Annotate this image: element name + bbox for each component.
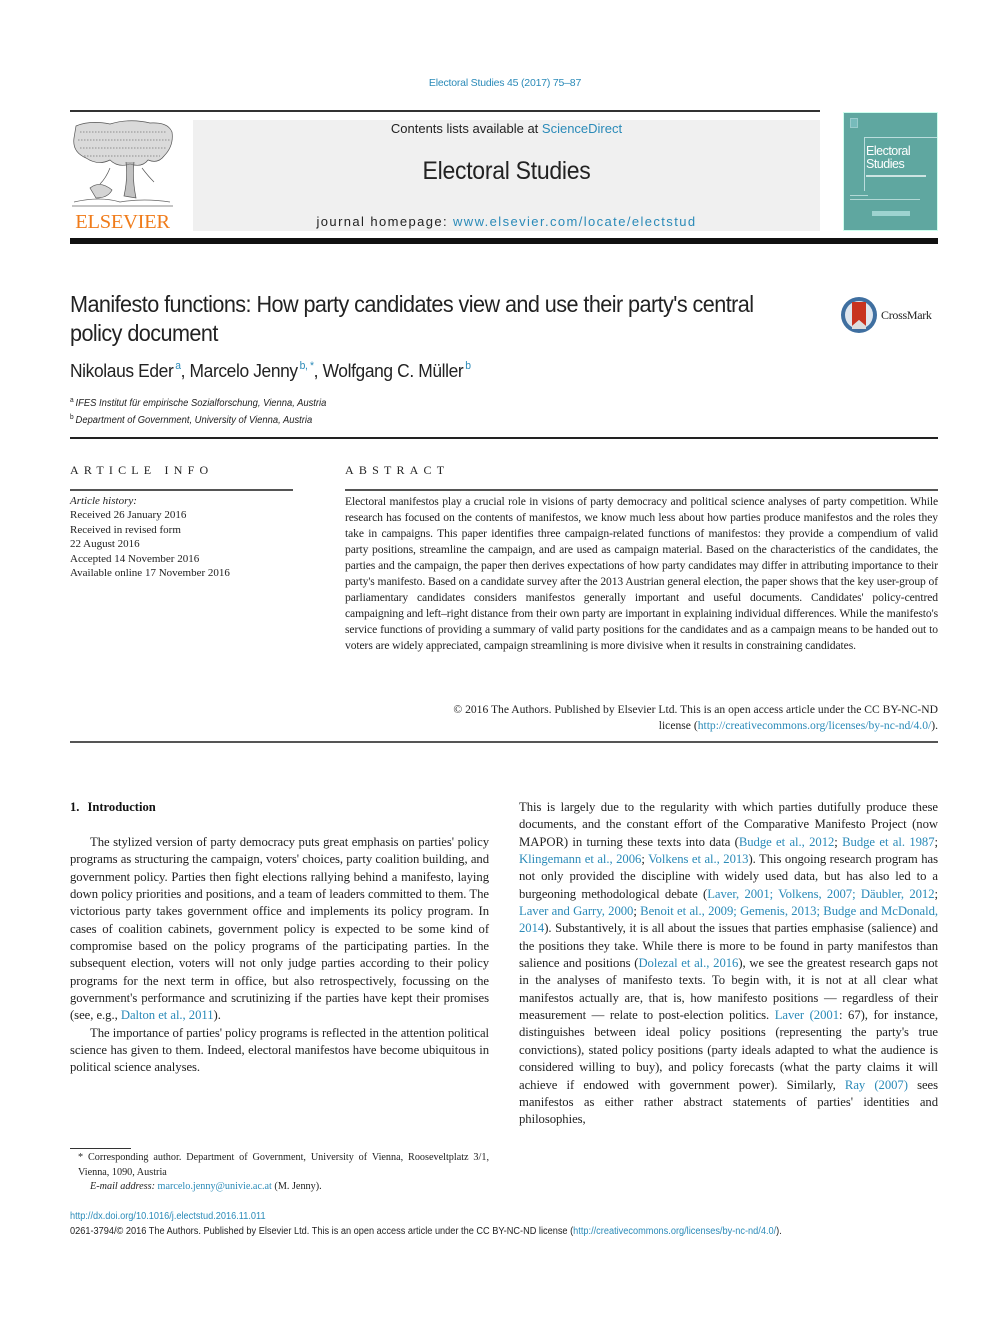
footer-license-link[interactable]: http://creativecommons.org/licenses/by-n… <box>573 1226 776 1237</box>
author-list: Nikolaus Eder a, Marcelo Jenny b, *, Wolfg… <box>70 360 471 381</box>
citation-link[interactable]: Budge et al. 1987 <box>842 835 934 849</box>
affiliations: a IFES Institut für empirische Sozialfors… <box>70 394 326 428</box>
affiliation-marker[interactable]: b, * <box>300 360 314 372</box>
issn-suffix: ). <box>776 1226 782 1237</box>
contents-availability: Contents lists available at ScienceDirec… <box>193 121 820 136</box>
affiliation-divider <box>70 437 938 439</box>
elsevier-wordmark: ELSEVIER <box>75 211 170 233</box>
paragraph: The stylized version of party democracy … <box>70 834 489 1025</box>
abstract-divider <box>345 489 938 491</box>
citation-link[interactable]: Dalton et al., 2011 <box>121 1008 214 1022</box>
crossmark-icon <box>841 297 877 333</box>
journal-reference-link[interactable]: Electoral Studies 45 (2017) 75–87 <box>0 77 992 89</box>
affiliation-key: b <box>70 414 74 421</box>
affiliation-item: a IFES Institut für empirische Sozialfors… <box>70 394 326 411</box>
affiliation-text: Department of Government, University of … <box>75 415 313 426</box>
article-title: Manifesto functions: How party candidate… <box>70 291 754 346</box>
issn-copyright-line: 0261-3794/© 2016 The Authors. Published … <box>70 1226 782 1237</box>
issn-text: 0261-3794/© 2016 The Authors. Published … <box>70 1226 574 1237</box>
abstract-text: Electoral manifestos play a crucial role… <box>345 495 938 652</box>
paragraph-text: ; <box>934 886 939 901</box>
header-top-divider <box>70 110 820 112</box>
body-column-left: The stylized version of party democracy … <box>70 834 489 1077</box>
cover-sciencedirect-mark <box>872 211 910 216</box>
email-link[interactable]: marcelo.jenny@univie.ac.at <box>158 1181 272 1192</box>
crossmark-label: CrossMark <box>881 308 932 322</box>
license-link[interactable]: http://creativecommons.org/licenses/by-n… <box>698 719 932 732</box>
email-suffix: (M. Jenny). <box>271 1181 322 1192</box>
affiliation-marker[interactable]: b <box>465 360 471 372</box>
paragraph-text: The stylized version of party democracy … <box>70 835 489 1023</box>
abstract-bottom-divider <box>70 741 938 743</box>
email-note: E-mail address: marcelo.jenny@univie.ac.… <box>70 1180 489 1195</box>
citation-link[interactable]: Laver (2001 <box>775 1008 839 1022</box>
history-item: Accepted 14 November 2016 <box>70 552 200 565</box>
article-info-heading: ARTICLE INFO <box>70 463 214 477</box>
citation-link[interactable]: Dolezal et al., 2016 <box>638 956 738 970</box>
history-item: 22 August 2016 <box>70 538 140 551</box>
abstract-heading: ABSTRACT <box>345 463 450 477</box>
paragraph-text: ; <box>834 834 843 849</box>
license-prefix: license ( <box>658 719 698 732</box>
paragraph-text: ; <box>934 834 939 849</box>
cover-title-line2: Studies <box>866 157 905 171</box>
cover-publisher-mark <box>850 118 858 128</box>
copyright-license-line: license (http://creativecommons.org/lice… <box>345 718 938 734</box>
elsevier-tree-icon <box>72 120 173 207</box>
history-item: Available online 17 November 2016 <box>70 567 230 580</box>
homepage-prefix: journal homepage: <box>316 214 454 229</box>
paragraph: The importance of parties' policy progra… <box>70 1025 489 1075</box>
sciencedirect-link[interactable]: ScienceDirect <box>542 121 622 136</box>
footnote-divider <box>70 1148 131 1149</box>
section-heading: 1. Introduction <box>70 800 156 815</box>
paragraph-text: ). <box>213 1008 221 1023</box>
affiliation-marker[interactable]: a <box>175 360 181 372</box>
cover-text-line <box>850 195 868 196</box>
copyright-line: © 2016 The Authors. Published by Elsevie… <box>453 703 938 716</box>
author-name[interactable]: Marcelo Jenny <box>190 360 299 381</box>
affiliation-key: a <box>70 397 74 404</box>
journal-homepage: journal homepage: www.elsevier.com/locat… <box>193 214 820 229</box>
doi-link[interactable]: http://dx.doi.org/10.1016/j.electstud.20… <box>70 1211 266 1222</box>
journal-name: Electoral Studies <box>422 157 591 185</box>
citation-link[interactable]: Ray (2007) <box>845 1078 908 1092</box>
citation-link[interactable]: Laver and Garry, 2000 <box>519 904 633 918</box>
journal-homepage-link[interactable]: www.elsevier.com/locate/electstud <box>453 214 696 229</box>
article-history: Article history: Received 26 January 201… <box>70 494 230 580</box>
cover-title: Electoral Studies <box>866 144 911 171</box>
corresponding-author-note: * Corresponding author. Department of Go… <box>70 1151 489 1180</box>
article-history-label: Article history: <box>70 495 137 507</box>
elsevier-logo[interactable]: ELSEVIER <box>70 118 175 234</box>
email-label: E-mail address: <box>90 1181 155 1192</box>
cover-subtitle-bar <box>866 175 926 177</box>
citation-link[interactable]: Budge et al., 2012 <box>739 835 835 849</box>
footnote-star: * <box>78 1152 84 1163</box>
author-name[interactable]: Wolfgang C. Müller <box>323 360 464 381</box>
corresponding-author-text: Corresponding author. Department of Gove… <box>78 1152 489 1178</box>
contents-prefix: Contents lists available at <box>390 121 542 136</box>
affiliation-text: IFES Institut für empirische Sozialforsc… <box>75 398 327 409</box>
history-item: Received in revised form <box>70 523 181 536</box>
journal-header-box: Contents lists available at ScienceDirec… <box>193 120 820 231</box>
article-info-divider <box>70 489 293 491</box>
footnote: * Corresponding author. Department of Go… <box>70 1151 489 1195</box>
cover-title-line1: Electoral <box>866 144 911 158</box>
paragraph: This is largely due to the regularity wi… <box>519 799 938 1129</box>
author-name[interactable]: Nikolaus Eder <box>70 360 174 381</box>
license-suffix: ). <box>931 719 938 732</box>
section-title: Introduction <box>87 800 156 814</box>
citation-link[interactable]: Volkens et al., 2013 <box>648 852 748 866</box>
affiliation-item: b Department of Government, University of… <box>70 411 326 428</box>
header-bottom-divider <box>70 238 938 244</box>
section-number: 1. <box>70 800 80 814</box>
abstract-copyright: © 2016 The Authors. Published by Elsevie… <box>345 702 938 734</box>
citation-link[interactable]: Klingemann et al., 2006 <box>519 852 641 866</box>
cover-text-line <box>850 199 920 200</box>
body-column-right: This is largely due to the regularity wi… <box>519 799 938 1129</box>
history-item: Received 26 January 2016 <box>70 509 187 522</box>
crossmark-badge[interactable]: CrossMark <box>840 296 940 334</box>
citation-link[interactable]: Laver, 2001; Volkens, 2007; Däubler, 201… <box>707 887 934 901</box>
journal-cover-thumbnail[interactable]: Electoral Studies <box>843 112 938 231</box>
